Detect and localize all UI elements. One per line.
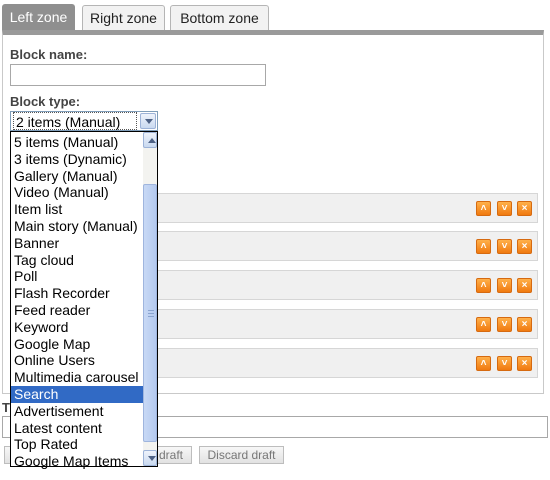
block-name-label: Block name: — [10, 47, 88, 62]
delete-icon[interactable]: × — [517, 317, 532, 332]
move-up-icon[interactable]: ˄ — [476, 278, 491, 293]
dropdown-option[interactable]: Main story (Manual) — [11, 218, 144, 235]
move-down-icon[interactable]: ˅ — [497, 201, 512, 216]
dropdown-option[interactable]: Google Map — [11, 336, 144, 353]
chevron-down-icon[interactable] — [140, 113, 156, 129]
chevron-up-icon[interactable] — [143, 132, 157, 148]
section-label-partial: T — [2, 400, 10, 415]
dropdown-option[interactable]: Online Users — [11, 352, 144, 369]
delete-icon[interactable]: × — [517, 356, 532, 371]
dropdown-option[interactable]: Multimedia carousel — [11, 369, 144, 386]
move-down-icon[interactable]: ˅ — [497, 317, 512, 332]
block-type-label: Block type: — [10, 94, 81, 109]
zone-tabs: Left zone Right zone Bottom zone — [0, 0, 550, 31]
scrollbar-thumb[interactable] — [143, 184, 157, 442]
move-up-icon[interactable]: ˄ — [476, 239, 491, 254]
dropdown-option[interactable]: Tag cloud — [11, 252, 144, 269]
dropdown-option[interactable]: Video (Manual) — [11, 184, 144, 201]
block-type-selected-value: 2 items (Manual) — [13, 112, 137, 130]
block-type-dropdown-list: 5 items (Manual) 3 items (Dynamic) Galle… — [10, 131, 158, 470]
delete-icon[interactable]: × — [517, 278, 532, 293]
move-up-icon[interactable]: ˄ — [476, 356, 491, 371]
dropdown-option[interactable]: Advertisement — [11, 403, 144, 420]
move-up-icon[interactable]: ˄ — [476, 201, 491, 216]
delete-icon[interactable]: × — [517, 201, 532, 216]
block-type-select[interactable]: 2 items (Manual) — [10, 111, 158, 131]
dropdown-option[interactable]: Item list — [11, 201, 144, 218]
dropdown-option[interactable]: Top Rated — [11, 436, 144, 453]
move-down-icon[interactable]: ˅ — [497, 278, 512, 293]
block-name-input[interactable] — [10, 64, 266, 86]
tab-left-zone[interactable]: Left zone — [2, 4, 75, 30]
dropdown-option[interactable]: 3 items (Dynamic) — [11, 151, 144, 168]
tab-right-zone[interactable]: Right zone — [82, 5, 165, 31]
move-down-icon[interactable]: ˅ — [497, 356, 512, 371]
dropdown-option-highlighted[interactable]: Search — [11, 386, 144, 403]
dropdown-scrollbar[interactable] — [143, 132, 157, 466]
dropdown-option[interactable]: Keyword — [11, 319, 144, 336]
tab-bottom-zone[interactable]: Bottom zone — [170, 5, 269, 31]
move-down-icon[interactable]: ˅ — [497, 239, 512, 254]
chevron-down-icon[interactable] — [143, 450, 157, 466]
dropdown-option[interactable]: Banner — [11, 235, 144, 252]
move-up-icon[interactable]: ˄ — [476, 317, 491, 332]
dropdown-option[interactable]: Poll — [11, 268, 144, 285]
dropdown-option[interactable]: Latest content — [11, 420, 144, 437]
discard-draft-button[interactable]: Discard draft — [199, 446, 284, 464]
delete-icon[interactable]: × — [517, 239, 532, 254]
dropdown-option[interactable]: Google Map Items — [11, 453, 144, 470]
dropdown-option[interactable]: 5 items (Manual) — [11, 134, 144, 151]
dropdown-option[interactable]: Flash Recorder — [11, 285, 144, 302]
dropdown-option[interactable]: Gallery (Manual) — [11, 168, 144, 185]
dropdown-option[interactable]: Feed reader — [11, 302, 144, 319]
